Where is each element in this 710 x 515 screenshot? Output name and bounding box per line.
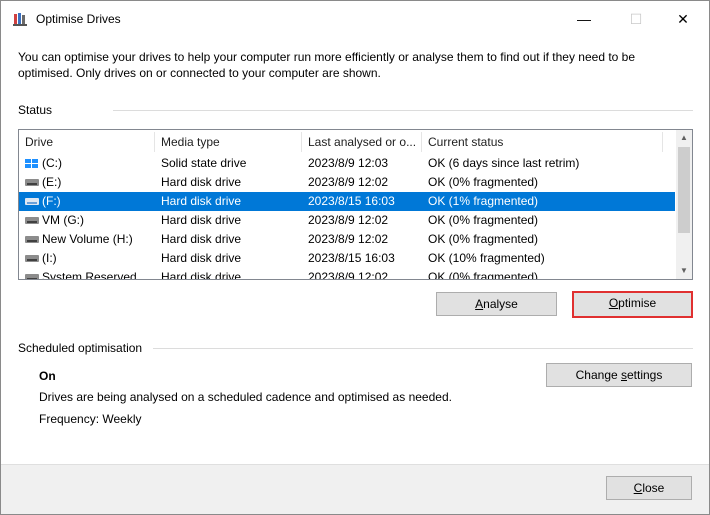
hard-drive-icon [25,274,39,279]
system-drive-icon [25,159,38,168]
hard-drive-icon [25,198,39,205]
drive-name: (C:) [42,156,62,170]
close-icon: ✕ [677,10,689,27]
drive-current-status: OK (1% fragmented) [428,194,539,208]
drive-current-status: OK (0% fragmented) [428,270,539,280]
drive-current-status: OK (6 days since last retrim) [428,156,580,170]
close-label: lose [642,481,665,495]
column-drive[interactable]: Drive [19,130,154,154]
window-title: Optimise Drives [36,12,121,26]
dialog-footer: Close [1,464,709,514]
drive-last-analysed: 2023/8/9 12:02 [308,213,389,227]
drive-current-status: OK (10% fragmented) [428,251,545,265]
drive-media-type: Hard disk drive [161,251,242,265]
change-settings-label: ettings [627,368,663,382]
optimise-drives-app-icon [13,13,27,26]
optimise-drives-window: Optimise Drives — ☐ ✕ You can optimise y… [0,0,710,515]
schedule-frequency: Frequency: Weekly [39,412,142,426]
column-last-analysed[interactable]: Last analysed or o... [302,130,421,154]
drive-current-status: OK (0% fragmented) [428,213,539,227]
title-bar[interactable]: Optimise Drives — ☐ ✕ [1,1,709,37]
table-row[interactable]: VM (G:) Hard disk drive 2023/8/9 12:02 OK (… [19,211,675,230]
drive-current-status: OK (0% fragmented) [428,175,539,189]
analyse-label: nalyse [483,297,518,311]
drive-name: (I:) [42,251,57,265]
hard-drive-icon [25,179,39,186]
drive-media-type: Hard disk drive [161,194,242,208]
drive-media-type: Hard disk drive [161,213,242,227]
drive-media-type: Hard disk drive [161,175,242,189]
scroll-up-icon[interactable]: ▲ [676,130,692,146]
drive-last-analysed: 2023/8/15 16:03 [308,194,395,208]
drive-media-type: Hard disk drive [161,270,242,280]
status-divider [113,110,693,111]
drive-last-analysed: 2023/8/9 12:02 [308,175,389,189]
drive-last-analysed: 2023/8/9 12:02 [308,270,389,280]
drive-name: System Reserved [42,270,137,280]
schedule-description: Drives are being analysed on a scheduled… [39,390,452,404]
drive-current-status: OK (0% fragmented) [428,232,539,246]
status-section-label: Status [18,103,53,117]
table-row[interactable]: (I:) Hard disk drive 2023/8/15 16:03 OK (10… [19,249,675,268]
drive-name: New Volume (H:) [42,232,133,246]
table-row[interactable]: (E:) Hard disk drive 2023/8/9 12:02 OK (0% … [19,173,675,192]
hard-drive-icon [25,255,39,262]
optimise-button[interactable]: Optimise [572,291,693,318]
optimise-label: ptimise [618,296,657,310]
drive-last-analysed: 2023/8/9 12:02 [308,232,389,246]
maximize-button[interactable]: ☐ [613,1,659,37]
schedule-state: On [39,369,56,383]
drive-media-type: Hard disk drive [161,232,242,246]
table-row[interactable]: New Volume (H:) Hard disk drive 2023/8/9 1… [19,230,675,249]
analyse-button[interactable]: Analyse [436,292,557,316]
drive-last-analysed: 2023/8/9 12:03 [308,156,389,170]
close-window-button[interactable]: ✕ [660,1,706,37]
minimize-icon: — [577,11,591,27]
column-current-status[interactable]: Current status [422,130,662,154]
drives-list[interactable]: Drive Media type Last analysed or o... C… [18,129,693,280]
minimize-button[interactable]: — [561,1,607,37]
drive-name: (E:) [42,175,62,189]
column-media-type[interactable]: Media type [155,130,301,154]
hard-drive-icon [25,217,39,224]
drive-name: VM (G:) [42,213,84,227]
table-row[interactable]: (C:) Solid state drive 2023/8/9 12:03 OK (6… [19,154,675,173]
table-row[interactable]: (F:) Hard disk drive 2023/8/15 16:03 OK (1%… [19,192,675,211]
close-button[interactable]: Close [606,476,692,500]
drives-list-scrollbar[interactable]: ▲ ▼ [676,130,692,279]
intro-text: You can optimise your drives to help you… [18,50,636,80]
scrollbar-thumb[interactable] [678,147,690,233]
change-settings-button[interactable]: Change settings [546,363,692,387]
change-settings-label-pre: Change [575,368,621,382]
analyse-accelerator: A [475,297,484,311]
drive-media-type: Solid state drive [161,156,247,170]
maximize-icon: ☐ [629,10,643,27]
scheduled-section-label: Scheduled optimisation [18,341,143,355]
optimise-accelerator: O [608,296,619,310]
hard-drive-icon [25,236,39,243]
drive-name: (F:) [42,194,61,208]
table-row[interactable]: System Reserved Hard disk drive 2023/8/9 1… [19,268,675,280]
scroll-down-icon[interactable]: ▼ [676,263,692,279]
drives-list-header: Drive Media type Last analysed or o... C… [19,130,675,154]
column-separator[interactable] [662,132,663,152]
drive-last-analysed: 2023/8/15 16:03 [308,251,395,265]
scheduled-divider [153,348,693,349]
